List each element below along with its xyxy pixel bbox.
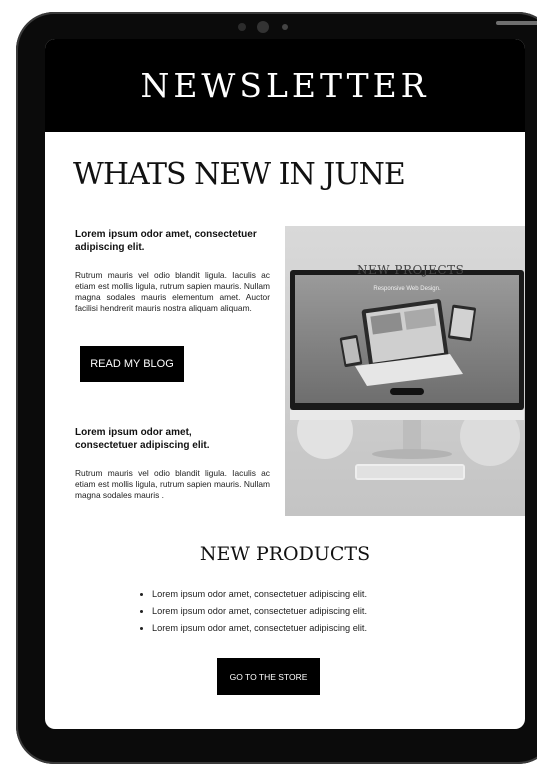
new-projects-image: Responsive Web Design. NEW PROJECTS bbox=[285, 226, 525, 516]
new-products-title: NEW PRODUCTS bbox=[199, 543, 371, 565]
go-to-store-button[interactable]: GO TO THE STORE bbox=[217, 658, 320, 695]
products-list: Lorem ipsum odor amet, consectetuer adip… bbox=[140, 586, 525, 637]
list-item: Lorem ipsum odor amet, consectetuer adip… bbox=[152, 620, 525, 637]
article-2-heading: Lorem ipsum odor amet, consectetuer adip… bbox=[75, 427, 210, 451]
article-1-heading: Lorem ipsum odor amet, consectetuer adip… bbox=[75, 229, 257, 253]
sensor-dot bbox=[238, 23, 246, 31]
camera-icon bbox=[257, 21, 269, 33]
newsletter-screen: NEWSLETTER WHATS NEW IN JUNE Lorem ipsum… bbox=[45, 39, 525, 729]
list-item: Lorem ipsum odor amet, consectetuer adip… bbox=[152, 586, 525, 603]
screen-caption: Responsive Web Design. bbox=[373, 286, 441, 292]
go-to-store-label: GO TO THE STORE bbox=[229, 671, 308, 682]
tablet-side-button bbox=[496, 21, 537, 25]
newsletter-title: NEWSLETTER bbox=[140, 66, 430, 105]
sensor-dot bbox=[282, 24, 288, 30]
newsletter-header: NEWSLETTER bbox=[45, 39, 525, 132]
article-2-body: Rutrum mauris vel odio blandit ligula. I… bbox=[75, 468, 270, 500]
read-my-blog-label: READ MY BLOG bbox=[90, 358, 174, 370]
list-item: Lorem ipsum odor amet, consectetuer adip… bbox=[152, 603, 525, 620]
read-my-blog-button[interactable]: READ MY BLOG bbox=[80, 346, 184, 382]
article-1-body: Rutrum mauris vel odio blandit ligula. I… bbox=[75, 270, 270, 313]
page-title: WHATS NEW IN JUNE bbox=[73, 157, 406, 192]
new-projects-label: NEW PROJECTS bbox=[357, 263, 465, 277]
